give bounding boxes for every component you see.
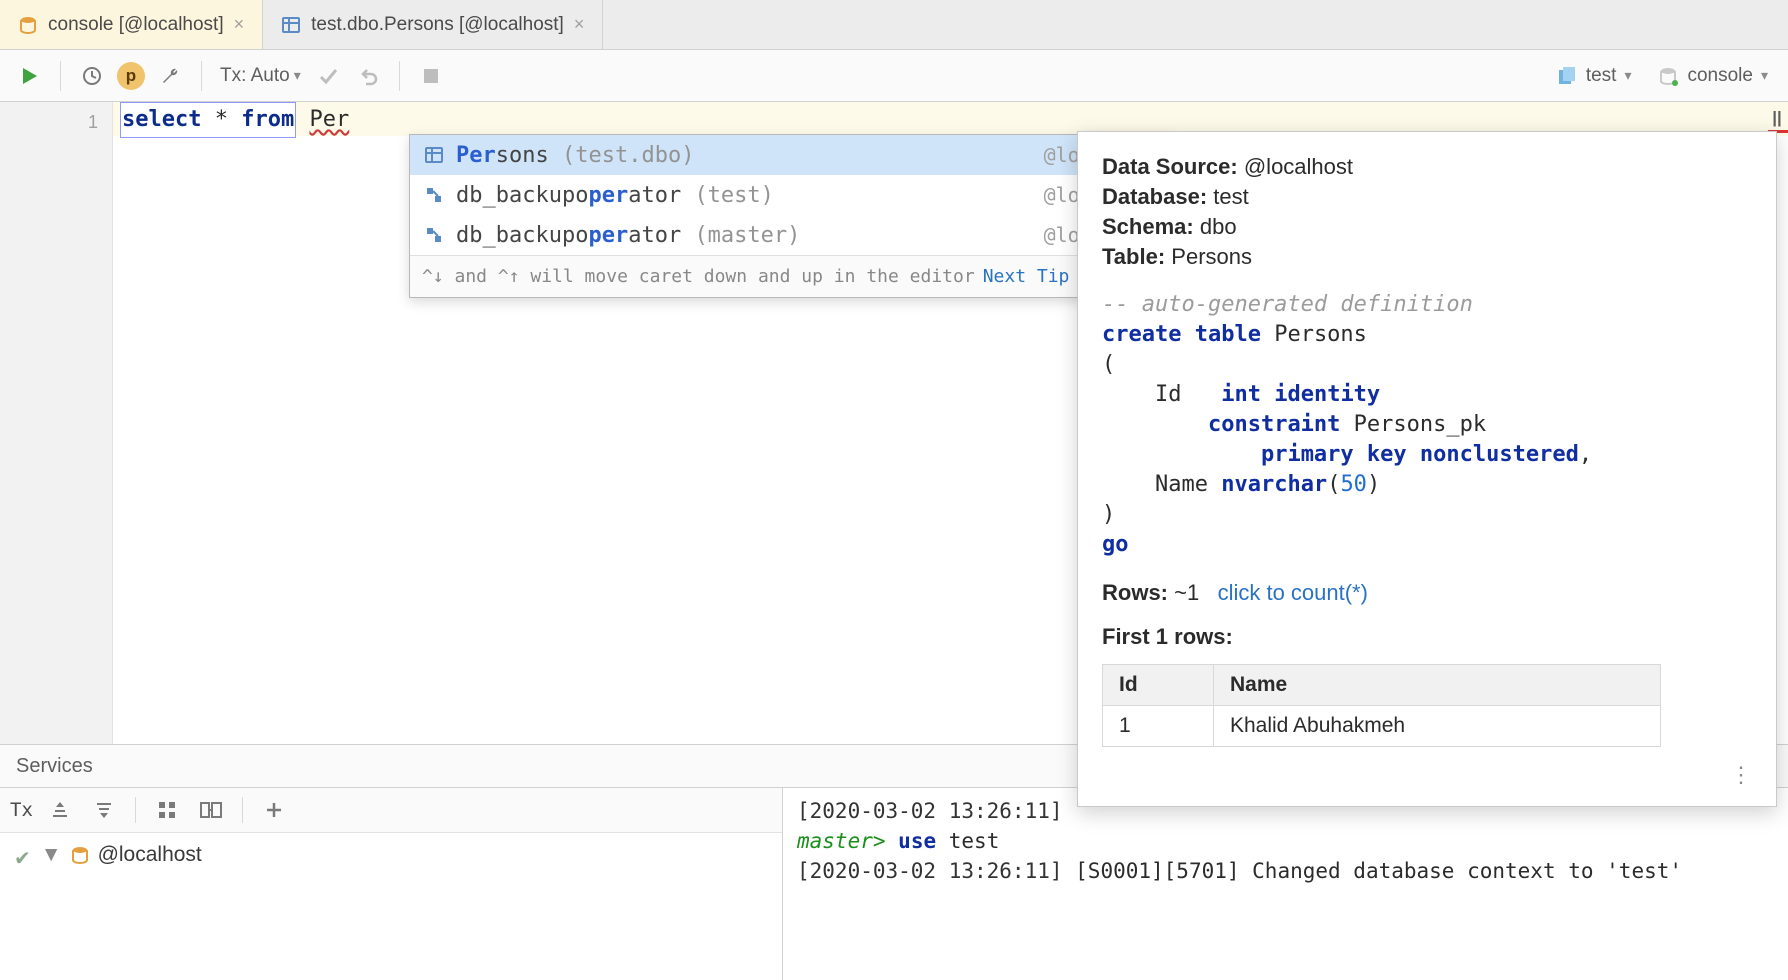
autocomplete-label: db_backupoperator (test) [456,183,774,208]
autocomplete-label: db_backupoperator (master) [456,223,800,248]
autocomplete-footer: ^↓ and ^↑ will move caret down and up in… [410,255,1178,297]
table-icon [281,15,301,35]
tx-mode-group: Tx: Auto ▾ [216,59,385,93]
settings-button[interactable] [153,59,187,93]
db-console-icon [70,845,90,865]
close-icon[interactable]: × [234,14,245,35]
autocomplete-item[interactable]: db_backupoperator (test) @localhost [410,175,1178,215]
db-console-icon [18,15,38,35]
layout-button[interactable] [150,793,184,827]
autocomplete-item[interactable]: db_backupoperator (master) @localhost [410,215,1178,255]
add-button[interactable] [257,793,291,827]
table-header-row: Id Name [1103,665,1661,706]
services-tree: ✔ ▼ @localhost [0,833,782,980]
run-button[interactable] [12,59,46,93]
console-picker[interactable]: console ▾ [1649,65,1776,87]
checkmark-icon: ✔ [14,846,31,871]
chevron-down-icon: ▾ [294,67,301,84]
side-layout-button[interactable] [194,793,228,827]
services-title: Services [16,755,93,778]
separator [135,797,136,823]
autocomplete-label: Persons (test.dbo) [456,143,694,168]
console-icon [1657,65,1679,87]
datasource-picker[interactable]: test ▾ [1548,65,1640,87]
services-toolbar: Tx [0,788,782,833]
close-icon[interactable]: × [574,14,585,35]
col-header: Id [1103,665,1214,706]
doc-ddl: -- auto-generated definition create tabl… [1102,290,1752,560]
separator [242,797,243,823]
quick-doc-popup: Data Source: @localhost Database: test S… [1077,131,1777,807]
chevron-down-icon: ▼ [41,843,62,867]
history-button[interactable] [75,59,109,93]
line-number: 1 [0,108,112,136]
services-left: Tx ✔ ▼ [0,788,783,980]
tab-label: test.dbo.Persons [@localhost] [311,14,564,36]
doc-preview-table: Id Name 1 Khalid Abuhakmeh [1102,664,1661,747]
pause-marker-icon: || [1766,108,1788,128]
commit-button[interactable] [311,59,345,93]
separator [399,61,400,91]
more-icon[interactable]: ⋮ [1730,763,1752,788]
cell-name: Khalid Abuhakmeh [1213,706,1660,747]
table-row: 1 Khalid Abuhakmeh [1103,706,1661,747]
count-link[interactable]: click to count(*) [1218,580,1368,605]
autocomplete-popup: Persons (test.dbo) @localhost db_backupo… [409,134,1179,298]
col-header: Name [1213,665,1660,706]
tx-label: Tx [10,799,33,821]
typed-fragment: Per [309,107,349,132]
services-tree-node[interactable]: ▼ @localhost [41,843,202,867]
autocomplete-item[interactable]: Persons (test.dbo) @localhost [410,135,1178,175]
separator [201,61,202,91]
services-node-label: @localhost [98,843,202,867]
toolbar-right: test ▾ console ▾ [1548,65,1776,87]
doc-rowcount: Rows: ~1 click to count(*) [1102,580,1752,606]
cell-id: 1 [1103,706,1214,747]
tab-table-persons[interactable]: test.dbo.Persons [@localhost] × [263,0,603,49]
filter-down-button[interactable] [87,793,121,827]
doc-meta: Data Source: @localhost Database: test S… [1102,152,1752,272]
services-output[interactable]: [2020-03-02 13:26:11] master> use test [… [783,788,1788,980]
filter-up-button[interactable] [43,793,77,827]
chevron-down-icon: ▾ [1761,67,1768,84]
editor-gutter: 1 [0,102,113,744]
sql-toolbar: p Tx: Auto ▾ test ▾ console [0,50,1788,102]
tab-console[interactable]: console [@localhost] × [0,0,263,49]
services-panel: Tx ✔ ▼ [0,788,1788,980]
role-icon [424,225,444,245]
table-icon [424,145,444,165]
datasource-icon [1556,65,1578,87]
tab-bar: console [@localhost] × test.dbo.Persons … [0,0,1788,50]
rollback-button[interactable] [351,59,385,93]
role-icon [424,185,444,205]
stop-button[interactable] [414,59,448,93]
separator [60,61,61,91]
tx-mode-dropdown[interactable]: Tx: Auto ▾ [216,65,305,87]
tab-label: console [@localhost] [48,14,224,36]
doc-first-rows-label: First 1 rows: [1102,624,1752,650]
chevron-down-icon: ▾ [1624,67,1631,84]
profile-badge[interactable]: p [117,62,145,90]
next-tip-link[interactable]: Next Tip [983,266,1070,287]
